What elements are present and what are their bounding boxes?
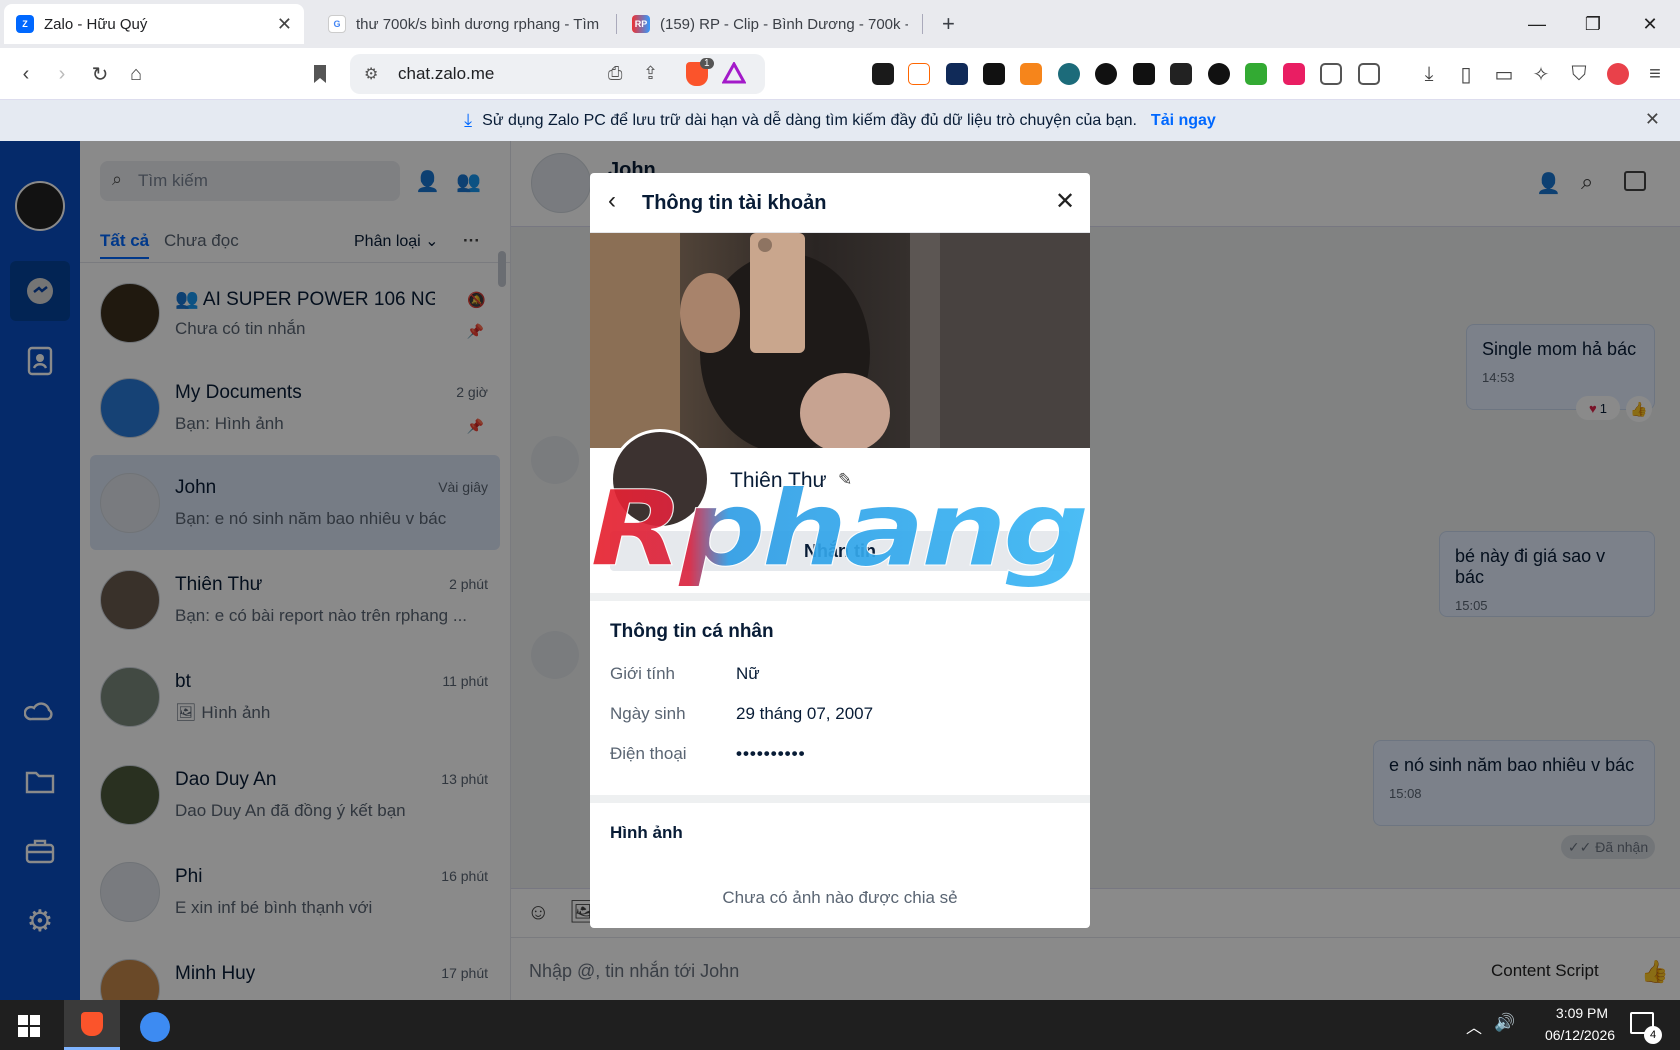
address-bar[interactable]: ⚙ chat.zalo.me ⎙ ⇪ 1 bbox=[350, 54, 765, 94]
restore-icon[interactable]: ❐ bbox=[1578, 10, 1608, 38]
download-pc-notice: ⤓ Sử dụng Zalo PC để lưu trữ dài hạn và … bbox=[0, 100, 1680, 141]
edit-pencil-icon[interactable]: ✎ bbox=[838, 470, 852, 490]
personal-info-heading: Thông tin cá nhân bbox=[610, 621, 774, 642]
extension-dice-icon[interactable] bbox=[1133, 63, 1155, 85]
extension-search-icon[interactable] bbox=[1358, 63, 1380, 85]
account-info-modal: ‹ Thông tin tài khoản ✕ Thiên Thư ✎ Nhắn… bbox=[590, 173, 1090, 928]
modal-title: Thông tin tài khoản bbox=[642, 192, 827, 214]
field-value: •••••••••• bbox=[736, 744, 806, 763]
profile-avatar-icon[interactable] bbox=[1607, 63, 1629, 85]
extension-octopus-icon[interactable] bbox=[1170, 63, 1192, 85]
cover-photo-image bbox=[590, 233, 1090, 448]
home-icon[interactable]: ⌂ bbox=[122, 60, 150, 88]
close-tab-icon[interactable]: ✕ bbox=[277, 14, 292, 35]
share-icon[interactable]: ⇪ bbox=[643, 63, 658, 84]
browser-tab-bar: Z Zalo - Hữu Quý ✕ G thư 700k/s bình dươ… bbox=[0, 0, 1680, 48]
gender-row: Giới tính Nữ bbox=[610, 664, 760, 684]
url-text: chat.zalo.me bbox=[398, 64, 495, 83]
field-value: Nữ bbox=[736, 664, 760, 683]
sidebar-toggle-icon[interactable]: ▯ bbox=[1452, 60, 1480, 88]
profile-name: Thiên Thư bbox=[730, 469, 827, 492]
forward-icon[interactable]: › bbox=[48, 60, 76, 88]
brave-rewards-icon[interactable] bbox=[721, 60, 747, 89]
new-tab-button[interactable]: + bbox=[930, 4, 970, 44]
tab-google-search[interactable]: G thư 700k/s bình dương rphang - Tìm bbox=[316, 4, 616, 44]
notice-text: Sử dụng Zalo PC để lưu trữ dài hạn và dễ… bbox=[482, 111, 1137, 129]
extension-chart-icon[interactable] bbox=[872, 63, 894, 85]
close-notice-icon[interactable]: ✕ bbox=[1645, 109, 1660, 130]
close-icon[interactable]: ✕ bbox=[1055, 187, 1075, 216]
volume-icon[interactable]: 🔊 bbox=[1494, 1013, 1515, 1033]
send-message-button[interactable]: Nhắn tin bbox=[610, 531, 1070, 571]
rphang-favicon-icon: RP bbox=[632, 15, 650, 33]
back-icon[interactable]: ‹ bbox=[12, 60, 40, 88]
tab-title: Zalo - Hữu Quý bbox=[44, 15, 148, 33]
metamask-icon[interactable] bbox=[1020, 63, 1042, 85]
install-app-icon[interactable]: ⎙ bbox=[608, 63, 622, 84]
field-label: Điện thoại bbox=[610, 744, 687, 763]
birthday-row: Ngày sinh 29 tháng 07, 2007 bbox=[610, 704, 873, 724]
windows-start-icon[interactable] bbox=[18, 1015, 40, 1037]
reload-icon[interactable]: ↻ bbox=[86, 60, 114, 88]
extension-u-icon[interactable] bbox=[1283, 63, 1305, 85]
extension-hash-icon[interactable] bbox=[946, 63, 968, 85]
download-icon: ⤓ bbox=[464, 110, 473, 130]
google-favicon-icon: G bbox=[328, 15, 346, 33]
profile-avatar[interactable] bbox=[610, 429, 710, 529]
taskbar-brave-button[interactable] bbox=[64, 1000, 120, 1050]
extension-s-icon[interactable] bbox=[983, 63, 1005, 85]
extension-n-icon[interactable] bbox=[908, 63, 930, 85]
tab-title: thư 700k/s bình dương rphang - Tìm bbox=[356, 15, 600, 33]
download-now-link[interactable]: Tải ngay bbox=[1151, 112, 1216, 130]
extension-x-icon[interactable] bbox=[1208, 63, 1230, 85]
cover-photo[interactable] bbox=[590, 233, 1090, 448]
zalo-favicon-icon: Z bbox=[16, 15, 34, 33]
field-label: Ngày sinh bbox=[610, 704, 686, 723]
tray-chevron-up-icon[interactable]: ︿ bbox=[1466, 1014, 1482, 1038]
clock-time[interactable]: 3:09 PM bbox=[1542, 1005, 1622, 1021]
close-window-icon[interactable]: ✕ bbox=[1635, 10, 1665, 38]
menu-icon[interactable]: ≡ bbox=[1641, 60, 1669, 88]
browser-toolbar: ‹ › ↻ ⌂ ⚙ chat.zalo.me ⎙ ⇪ 1 ⤓ ▯ ▭ ✧ ⛉ ≡ bbox=[0, 48, 1680, 100]
modal-header: ‹ Thông tin tài khoản ✕ bbox=[590, 173, 1090, 233]
notification-count: 4 bbox=[1644, 1026, 1662, 1044]
tab-title: (159) RP - Clip - Bình Dương - 700k - bbox=[660, 15, 908, 33]
tab-zalo[interactable]: Z Zalo - Hữu Quý ✕ bbox=[4, 4, 304, 44]
extension-wave-icon[interactable] bbox=[1058, 63, 1080, 85]
tab-rphang[interactable]: RP (159) RP - Clip - Bình Dương - 700k - bbox=[620, 4, 920, 44]
extension-dots-icon[interactable] bbox=[1245, 63, 1267, 85]
photos-empty-text: Chưa có ảnh nào được chia sẻ bbox=[722, 888, 958, 907]
clock-date[interactable]: 06/12/2026 bbox=[1530, 1027, 1630, 1043]
shields-badge: 1 bbox=[700, 58, 714, 69]
downloads-icon[interactable]: ⤓ bbox=[1415, 60, 1443, 88]
site-settings-icon[interactable]: ⚙ bbox=[364, 64, 378, 84]
field-label: Giới tính bbox=[610, 664, 676, 683]
taskbar-people-icon[interactable] bbox=[140, 1012, 170, 1042]
bookmark-icon[interactable] bbox=[306, 60, 334, 88]
extension-green-icon[interactable] bbox=[1095, 63, 1117, 85]
field-value: 29 tháng 07, 2007 bbox=[736, 704, 874, 723]
minimize-icon[interactable]: — bbox=[1522, 10, 1552, 38]
wallet-icon[interactable]: ▭ bbox=[1490, 60, 1518, 88]
phone-row: Điện thoại •••••••••• bbox=[610, 744, 805, 764]
photos-heading: Hình ảnh bbox=[610, 823, 683, 842]
extensions-puzzle-icon[interactable] bbox=[1320, 63, 1342, 85]
brave-icon bbox=[81, 1012, 103, 1036]
windows-taskbar: ︿ 🔊 3:09 PM 06/12/2026 4 bbox=[0, 1000, 1680, 1050]
leo-ai-icon[interactable]: ✧ bbox=[1527, 60, 1555, 88]
back-arrow-icon[interactable]: ‹ bbox=[608, 187, 616, 215]
vpn-shield-icon[interactable]: ⛉ bbox=[1565, 60, 1593, 88]
